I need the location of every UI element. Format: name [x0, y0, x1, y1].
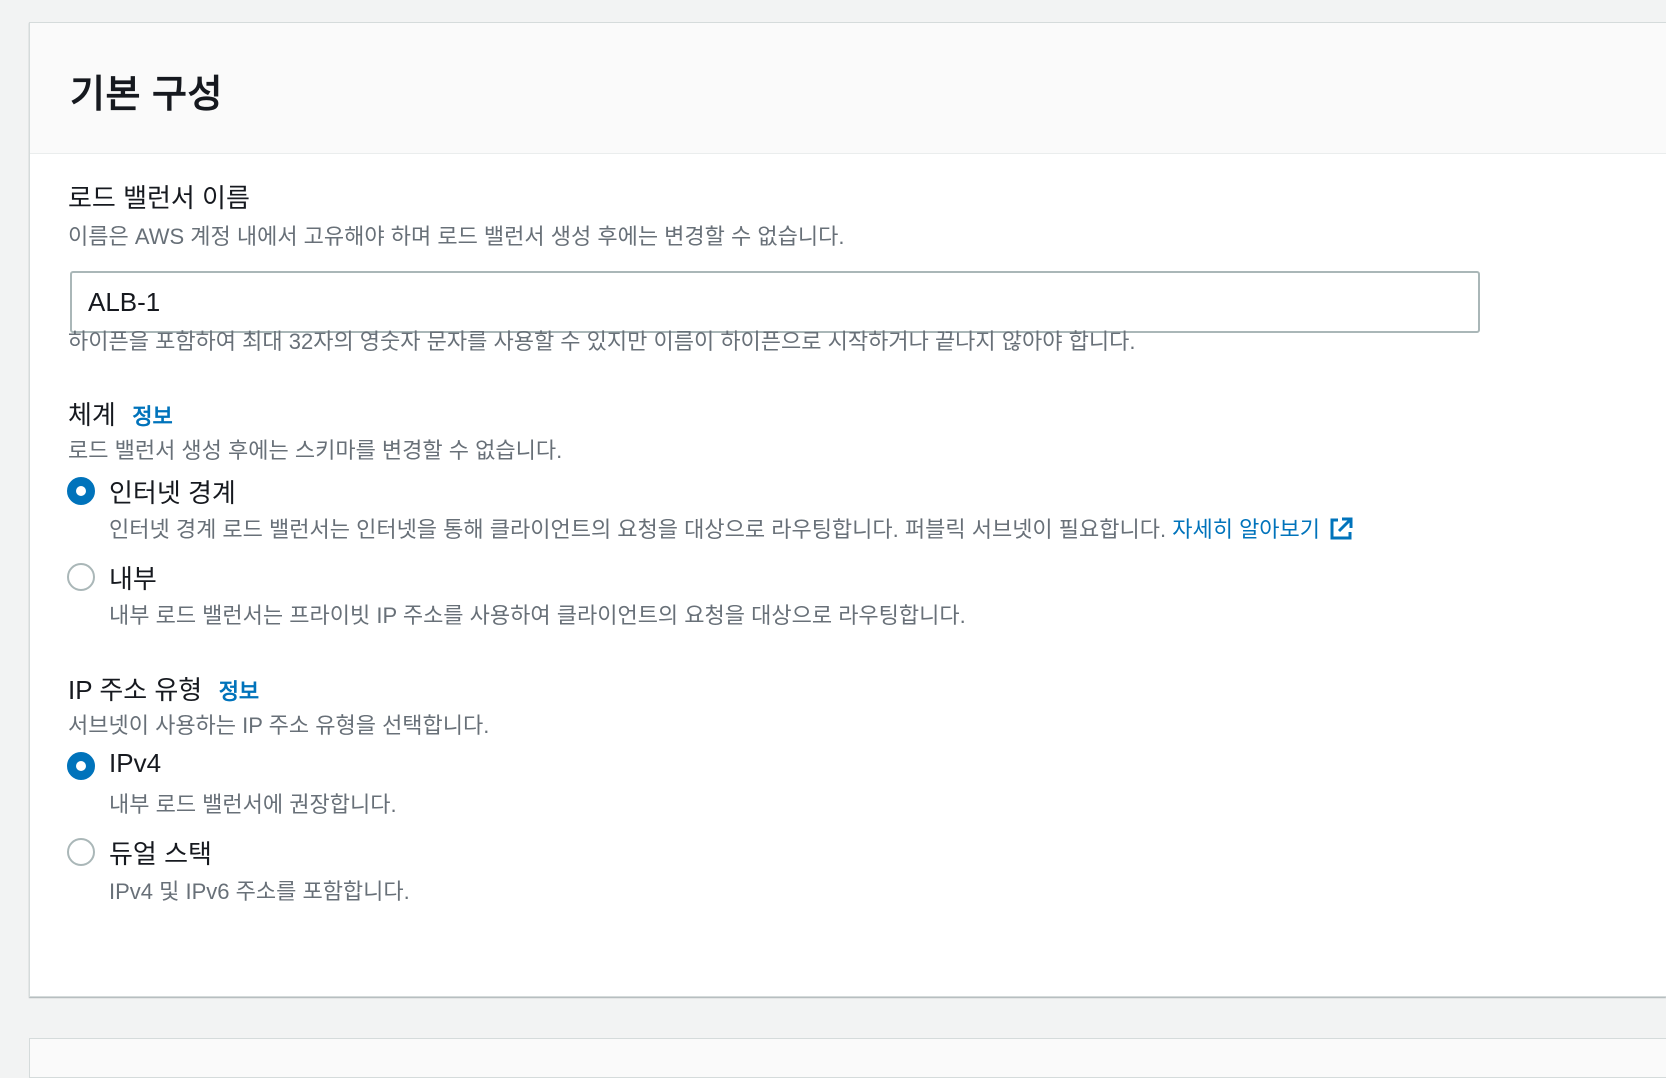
learn-more-link[interactable]: 자세히 알아보기: [1172, 517, 1354, 542]
scheme-internal-description: 내부 로드 밸런서는 프라이빗 IP 주소를 사용하여 클라이언트의 요청을 대…: [109, 603, 966, 628]
ip-type-info-link[interactable]: 정보: [219, 679, 259, 704]
scheme-description: 로드 밸런서 생성 후에는 스키마를 변경할 수 없습니다.: [68, 438, 563, 463]
scheme-info-link[interactable]: 정보: [132, 404, 172, 429]
ip-type-dualstack-description: IPv4 및 IPv6 주소를 포함합니다.: [109, 879, 410, 904]
lb-name-description: 이름은 AWS 계정 내에서 고유해야 하며 로드 밸런서 생성 후에는 변경할…: [68, 224, 845, 249]
ip-type-label: IP 주소 유형: [68, 675, 203, 705]
scheme-internet-facing-description: 인터넷 경계 로드 밸런서는 인터넷을 통해 클라이언트의 요청을 대상으로 라…: [109, 512, 1354, 544]
panel-header: 기본 구성: [30, 23, 1666, 154]
basic-config-panel: 기본 구성 로드 밸런서 이름 이름은 AWS 계정 내에서 고유해야 하며 로…: [29, 22, 1666, 997]
section-title: 기본 구성: [70, 74, 223, 116]
lb-name-label: 로드 밸런서 이름: [68, 183, 250, 213]
scheme-internet-facing-radio[interactable]: [67, 477, 95, 505]
ip-type-ipv4-radio[interactable]: [67, 752, 95, 780]
scheme-heading: 체계 정보: [68, 395, 173, 432]
scheme-label: 체계: [68, 400, 116, 430]
ip-type-dualstack-label[interactable]: 듀얼 스택: [109, 834, 212, 871]
ip-type-heading: IP 주소 유형 정보: [68, 670, 259, 707]
learn-more-label[interactable]: 자세히 알아보기: [1172, 517, 1320, 542]
scheme-internet-facing-label[interactable]: 인터넷 경계: [109, 473, 236, 510]
ip-type-ipv4-label[interactable]: IPv4: [109, 748, 161, 779]
next-panel: [29, 1038, 1666, 1078]
ip-type-dualstack-radio[interactable]: [67, 838, 95, 866]
lb-name-constraint: 하이픈을 포함하여 최대 32자의 영숫자 문자를 사용할 수 있지만 이름이 …: [68, 329, 1136, 354]
external-link-icon[interactable]: [1328, 516, 1354, 542]
scheme-internal-label[interactable]: 내부: [109, 559, 157, 596]
scheme-internet-facing-text: 인터넷 경계 로드 밸런서는 인터넷을 통해 클라이언트의 요청을 대상으로 라…: [109, 517, 1167, 542]
ip-type-description: 서브넷이 사용하는 IP 주소 유형을 선택합니다.: [68, 713, 490, 738]
scheme-internal-radio[interactable]: [67, 563, 95, 591]
ip-type-ipv4-description: 내부 로드 밸런서에 권장합니다.: [109, 792, 397, 817]
